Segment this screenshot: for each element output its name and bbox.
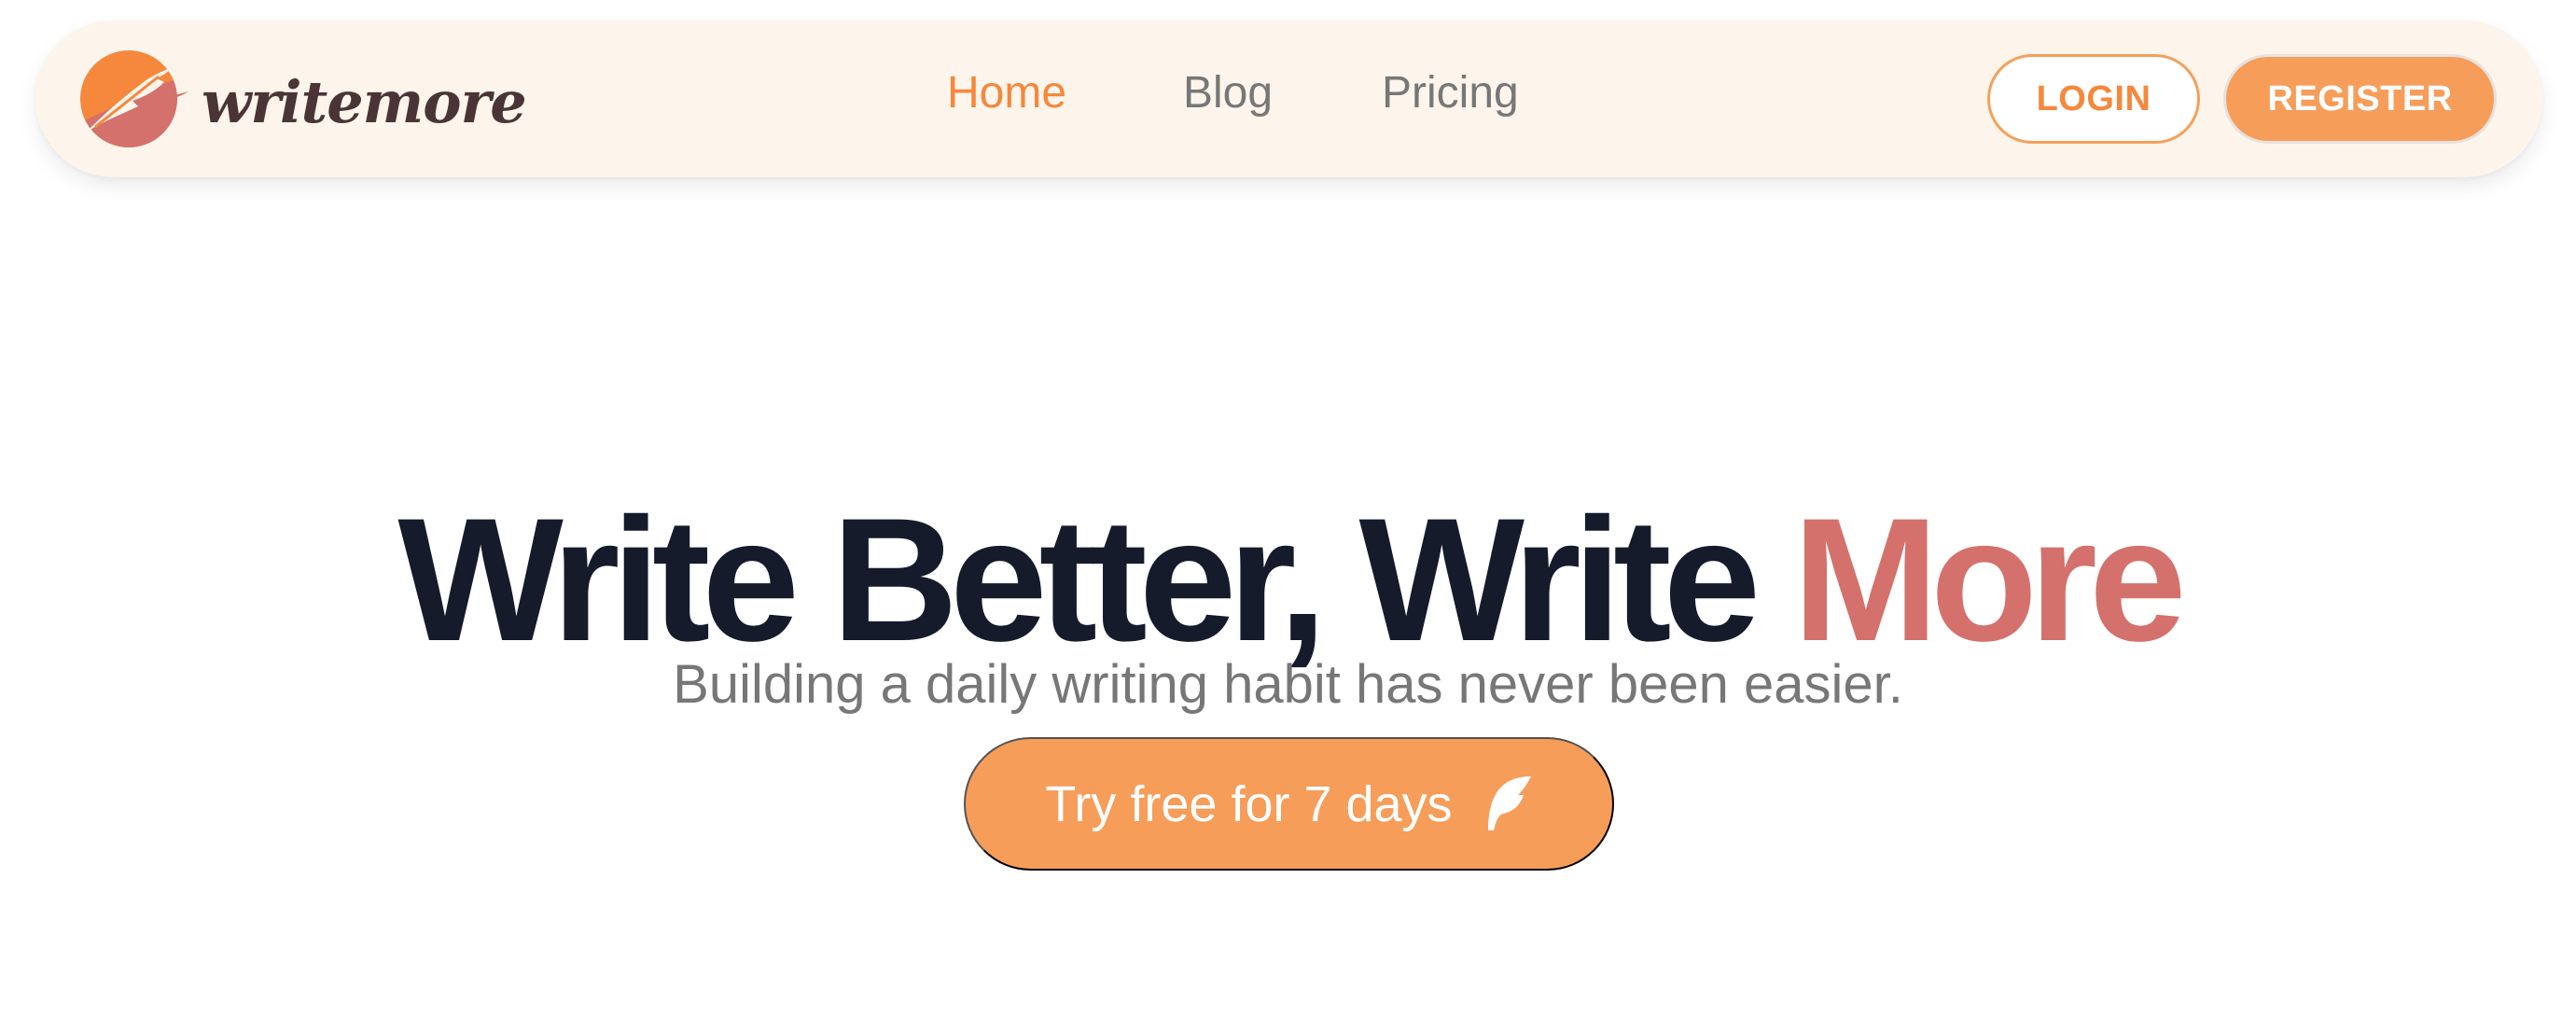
logo-link[interactable]: writemore <box>78 49 527 149</box>
logo-wordmark: writemore <box>202 68 527 136</box>
hero-subtitle: Building a daily writing habit has never… <box>673 654 1903 715</box>
feather-circle-logo-icon <box>80 50 188 147</box>
nav-link-pricing[interactable]: Pricing <box>1382 65 1519 121</box>
feather-icon <box>1487 775 1531 830</box>
login-button[interactable]: LOGIN <box>1987 54 2200 144</box>
try-free-button-label: Try free for 7 days <box>1045 775 1453 832</box>
nav-link-home[interactable]: Home <box>947 65 1066 121</box>
try-free-button[interactable]: Try free for 7 days <box>964 737 1614 871</box>
nav-link-blog[interactable]: Blog <box>1183 65 1273 121</box>
register-button[interactable]: REGISTER <box>2223 54 2497 144</box>
navbar: writemore Home Blog Pricing LOGIN REGIST… <box>35 21 2542 177</box>
